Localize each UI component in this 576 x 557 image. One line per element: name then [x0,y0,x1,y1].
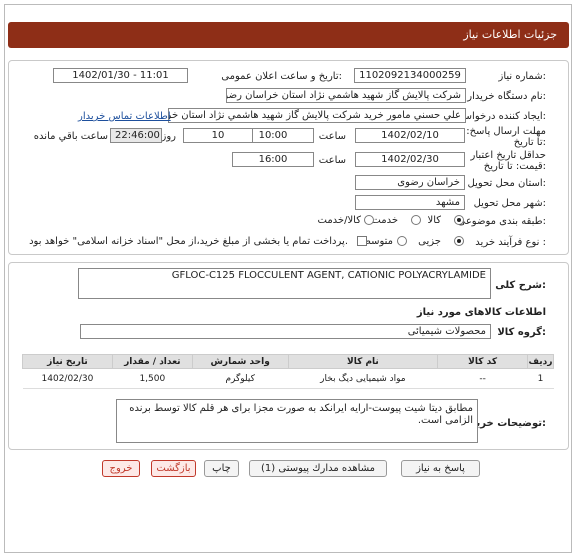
category-label: طبقه بندی موضوعی: [457,216,547,227]
category-service-radio[interactable] [411,215,421,225]
validity-time-label: ساعت [318,155,346,166]
page-title: جزئيات اطلاعات نياز [463,28,557,41]
treasury-payment-checkbox[interactable] [357,236,367,246]
need-number-field: 1102092134000259 [354,68,466,83]
deadline-time-label: ساعت [318,131,346,142]
contact-info-link[interactable]: اطلاعات تماس خريدار [78,111,171,122]
creator-label: ايجاد كننده درخواست: [453,111,546,122]
treasury-payment-note: پرداخت تمام يا بخشی از مبلغ خريد،از محل … [29,236,348,247]
view-attachments-button[interactable]: مشاهده مدارك پيوستی (1) [249,460,387,477]
validity-date-field: 1402/02/30 [355,152,465,167]
process-medium-radio[interactable] [397,236,407,246]
province-label: استان محل تحويل: [467,178,546,189]
remaining-time-field: 22:46:00 [110,128,162,143]
need-number-label: شماره نياز: [498,71,546,82]
reply-button[interactable]: پاسخ به نياز [401,460,480,477]
process-minor-label: جزيی [418,236,441,247]
col-row: رديف [527,354,554,369]
province-field: خراسان رضوی [355,175,465,190]
title-bar: جزئيات اطلاعات نياز [8,22,569,48]
back-button[interactable]: بازگشت [151,460,196,477]
category-service-label: خدمت [371,215,398,226]
cell-qty: 1,500 [112,368,193,389]
col-code: كد كالا [437,354,529,369]
validity-label: حداقل تاريخ اعتبار قيمت: تا تاريخ: [470,150,546,172]
group-label: گروه كالا: [497,327,546,338]
description-field: GFLOC-C125 FLOCCULENT AGENT, CATIONIC PO… [78,268,491,299]
group-field: محصولات شيميائی [80,324,491,339]
buyer-field: شركت پالايش گاز شهيد هاشمي نژاد استان خر… [226,88,466,103]
process-label: نوع فرآيند خريد : [475,237,546,248]
deadline-date-field: 1402/02/10 [355,128,465,143]
col-date: تاريخ نياز [22,354,113,369]
items-table: رديف كد كالا نام كالا واحد شمارش تعداد /… [22,354,554,389]
items-heading: اطلاعات كالاهای مورد نياز [416,307,546,318]
buyer-notes-field: مطابق ديتا شيت پيوست-ارايه ايرانكد به صو… [116,399,478,443]
creator-field: علي حسني مامور خريد شركت پالايش گاز شهيد… [168,108,466,123]
city-field: مشهد [355,195,465,210]
announce-label: تاريخ و ساعت اعلان عمومی: [221,71,342,82]
exit-button[interactable]: خروج [102,460,140,477]
validity-time-field: 16:00 [232,152,314,167]
remaining-label: ساعت باقي مانده [33,131,108,142]
col-name: نام كالا [287,354,439,369]
cell-name: مواد شيميايی ديگ بخار [288,368,438,389]
category-both-radio[interactable] [364,215,374,225]
category-goods-label: كالا [427,215,441,226]
cell-unit: كيلوگرم [192,368,289,389]
cell-date: 1402/02/30 [22,368,113,389]
print-button[interactable]: چاپ [204,460,239,477]
process-minor-radio[interactable] [454,236,464,246]
deadline-label: مهلت ارسال پاسخ: تا تاريخ: [466,126,546,148]
table-row: 1 -- مواد شيميايی ديگ بخار كيلوگرم 1,500… [22,368,554,389]
items-table-header: رديف كد كالا نام كالا واحد شمارش تعداد /… [22,354,554,369]
city-label: شهر محل تحويل: [473,198,546,209]
days-field: 10 [183,128,253,143]
announce-field: 1402/01/30 - 11:01 [53,68,188,83]
buyer-label: نام دستگاه خريدار: [467,91,546,102]
category-both-label: كالا/خدمت [317,215,362,226]
category-goods-radio[interactable] [454,215,464,225]
cell-code: -- [437,368,528,389]
cell-row: 1 [527,368,554,389]
col-unit: واحد شمارش [191,354,289,369]
col-qty: تعداد / مقدار [111,354,193,369]
